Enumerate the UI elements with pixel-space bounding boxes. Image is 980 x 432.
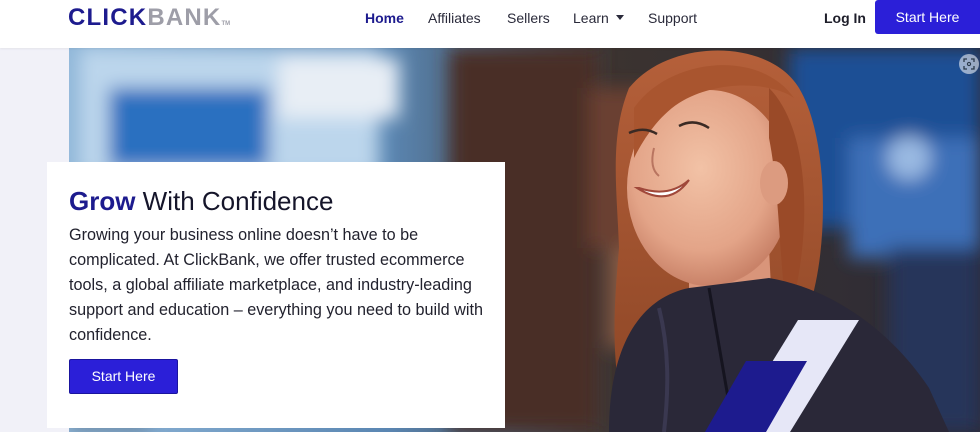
start-here-hero-button[interactable]: Start Here (69, 359, 178, 394)
expand-icon[interactable] (959, 54, 979, 74)
nav-home[interactable]: Home (365, 10, 404, 26)
nav-sellers[interactable]: Sellers (507, 10, 550, 26)
chevron-down-icon (615, 15, 624, 20)
nav-support[interactable]: Support (648, 10, 697, 26)
hero-content-card: Grow With Confidence Growing your busine… (47, 162, 505, 428)
headline-accent: Grow (69, 186, 136, 216)
nav-learn-label: Learn (573, 10, 609, 26)
logo-trademark: TM (221, 21, 231, 27)
hero-headline: Grow With Confidence (69, 185, 333, 217)
logo-text-bank: BANK (147, 4, 222, 31)
login-link[interactable]: Log In (824, 10, 866, 26)
nav-affiliates[interactable]: Affiliates (428, 10, 481, 26)
logo-text-click: CLICK (68, 4, 148, 31)
headline-rest: With Confidence (135, 186, 334, 216)
hero-description: Growing your business online doesn’t hav… (69, 226, 483, 344)
expand-icon-glyph (963, 58, 975, 70)
start-here-nav-button[interactable]: Start Here (875, 0, 980, 34)
nav-learn[interactable]: Learn (573, 10, 624, 26)
top-navigation: CLICKBANKTM Home Affiliates Sellers Lear… (0, 0, 980, 48)
clickbank-logo[interactable]: CLICKBANKTM (68, 4, 230, 38)
